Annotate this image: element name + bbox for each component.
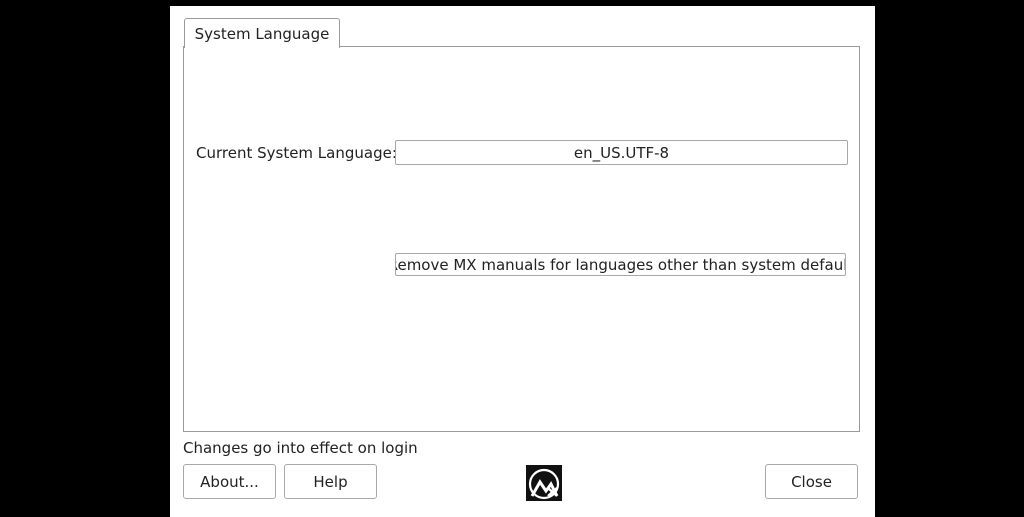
current-language-label: Current System Language:	[196, 144, 397, 162]
tab-label: System Language	[194, 24, 330, 43]
help-button[interactable]: Help	[284, 464, 377, 499]
mx-linux-logo-icon	[526, 465, 562, 501]
remove-manuals-button[interactable]: Remove MX manuals for languages other th…	[395, 253, 846, 276]
tab-panel: Current System Language: en_US.UTF-8 Rem…	[183, 46, 860, 432]
tab-system-language[interactable]: System Language	[184, 18, 340, 48]
status-note: Changes go into effect on login	[183, 439, 418, 457]
app-window: System Language Current System Language:…	[170, 6, 875, 517]
current-language-value: en_US.UTF-8	[573, 143, 670, 162]
about-button[interactable]: About...	[183, 464, 276, 499]
close-button[interactable]: Close	[765, 464, 858, 499]
current-language-selector[interactable]: en_US.UTF-8	[395, 140, 848, 165]
